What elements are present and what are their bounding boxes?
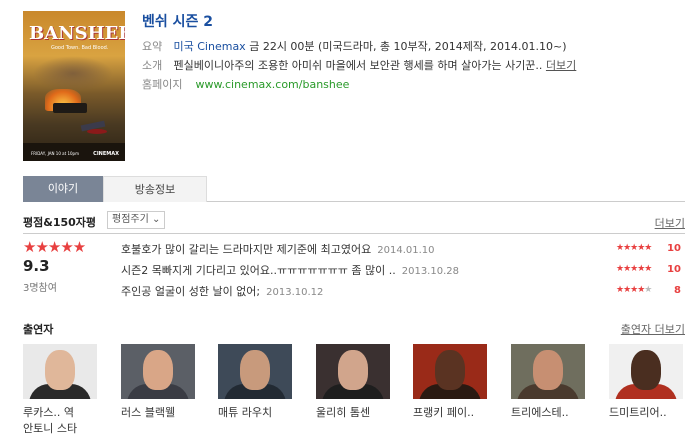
- cast-name[interactable]: 매튜 라우치: [218, 405, 292, 421]
- cast-section-title: 출연자: [23, 323, 54, 336]
- rater-count: 3명참여: [23, 283, 57, 294]
- ratings-divider: [23, 233, 685, 234]
- show-title[interactable]: 벤쉬 시즌 2: [142, 11, 213, 31]
- show-poster[interactable]: BANSHEE Good Town. Bad Blood. FRIDAY, JA…: [23, 11, 125, 161]
- intro-label: 소개: [142, 59, 163, 72]
- cast-member[interactable]: 루카스.. 역 안토니 스타: [23, 344, 97, 437]
- summary-row: 요약 미국 Cinemax 금 22시 00분 (미국드라마, 총 10부작, …: [142, 38, 567, 54]
- cast-name[interactable]: 러스 블랙웰: [121, 405, 195, 421]
- review-item: 호불호가 많이 갈리는 드라마지만 제기준에 최고였어요 2014.01.10: [121, 241, 435, 257]
- cast-face: [143, 350, 173, 390]
- cast-photo[interactable]: [413, 344, 487, 399]
- review-date: 2013.10.28: [401, 266, 459, 277]
- cast-photo[interactable]: [316, 344, 390, 399]
- cast-member[interactable]: 드미트리어..: [609, 344, 683, 421]
- cast-photo[interactable]: [218, 344, 292, 399]
- rate-button-label: 평점주기: [112, 214, 149, 225]
- channel-link[interactable]: Cinemax: [197, 40, 245, 53]
- cast-name[interactable]: 울리히 톰센: [316, 405, 390, 421]
- intro-row: 소개 펜실베이니아주의 조용한 아미쉬 마을에서 보안관 행세를 하며 살아가는…: [142, 57, 576, 73]
- cast-name[interactable]: 트리에스테..: [511, 405, 585, 421]
- review-score: 10: [667, 264, 681, 275]
- review-text: 주인공 얼굴이 성한 날이 없어;: [121, 285, 261, 298]
- tab-broadcast-info[interactable]: 방송정보: [103, 176, 207, 202]
- cast-face: [338, 350, 368, 390]
- poster-tagline: Good Town. Bad Blood.: [51, 45, 109, 51]
- cast-name[interactable]: 루카스.. 역: [23, 405, 97, 421]
- poster-logo: BANSHEE: [29, 23, 125, 44]
- review-date: 2014.01.10: [377, 245, 435, 256]
- detail-tabs: 이야기 방송정보: [23, 176, 685, 202]
- review-item: 시즌2 목빠지게 기다리고 있어요..ㅠㅠㅠㅠㅠㅠㅠ 좀 많이 .. 2013.1…: [121, 262, 459, 278]
- review-text: 호불호가 많이 갈리는 드라마지만 제기준에 최고였어요: [121, 243, 372, 256]
- average-stars-icon: ★★★★★: [23, 238, 86, 256]
- cast-photo[interactable]: [511, 344, 585, 399]
- average-score: 9.3: [23, 257, 50, 275]
- rate-button[interactable]: 평점주기 ⌄: [107, 211, 166, 229]
- country-link[interactable]: 미국: [174, 40, 194, 53]
- cast-face: [45, 350, 75, 390]
- cast-name[interactable]: 프랭키 페이..: [413, 405, 487, 421]
- summary-label: 요약: [142, 40, 163, 53]
- poster-date: FRIDAY, JAN 10 at 10pm: [31, 151, 79, 156]
- poster-car: [53, 103, 87, 113]
- cast-name[interactable]: 드미트리어..: [609, 405, 683, 421]
- cast-member[interactable]: 트리에스테..: [511, 344, 585, 421]
- intro-more-link[interactable]: 더보기: [546, 59, 576, 72]
- cast-face: [631, 350, 661, 390]
- review-score: 10: [667, 243, 681, 254]
- cast-more-link[interactable]: 출연자 더보기: [621, 321, 685, 337]
- ratings-more-link[interactable]: 더보기: [655, 215, 685, 231]
- cast-face: [533, 350, 563, 390]
- poster-network: CINEMAX: [93, 151, 119, 157]
- cast-member[interactable]: 매튜 라우치: [218, 344, 292, 421]
- cast-member[interactable]: 러스 블랙웰: [121, 344, 195, 421]
- homepage-link[interactable]: www.cinemax.com/banshee: [196, 78, 350, 91]
- cast-actor-name[interactable]: 안토니 스타: [23, 421, 97, 437]
- tab-story[interactable]: 이야기: [23, 176, 103, 202]
- intro-text: 펜실베이니아주의 조용한 아미쉬 마을에서 보안관 행세를 하며 살아가는 사기…: [173, 59, 543, 72]
- cast-photo[interactable]: [609, 344, 683, 399]
- cast-photo[interactable]: [23, 344, 97, 399]
- cast-face: [240, 350, 270, 390]
- cast-photo[interactable]: [121, 344, 195, 399]
- cast-face: [435, 350, 465, 390]
- cast-member[interactable]: 울리히 톰센: [316, 344, 390, 421]
- review-stars-icon: ★★★★★: [616, 243, 652, 253]
- ratings-section-title: 평점&150자평: [23, 216, 97, 229]
- review-item: 주인공 얼굴이 성한 날이 없어; 2013.10.12: [121, 283, 323, 299]
- review-stars-icon: ★★★★★: [616, 285, 652, 295]
- summary-text: 금 22시 00분 (미국드라마, 총 10부작, 2014제작, 2014.0…: [249, 40, 567, 53]
- review-text: 시즌2 목빠지게 기다리고 있어요..ㅠㅠㅠㅠㅠㅠㅠ 좀 많이 ..: [121, 264, 396, 277]
- cast-member[interactable]: 프랭키 페이..: [413, 344, 487, 421]
- review-score: 8: [674, 285, 681, 296]
- review-date: 2013.10.12: [266, 287, 324, 298]
- poster-blood: [87, 129, 107, 134]
- homepage-row: 홈페이지 www.cinemax.com/banshee: [142, 76, 349, 92]
- poster-smoke: [33, 56, 113, 91]
- homepage-label: 홈페이지: [142, 78, 183, 91]
- review-stars-icon: ★★★★★: [616, 264, 652, 274]
- chevron-down-icon: ⌄: [152, 214, 161, 225]
